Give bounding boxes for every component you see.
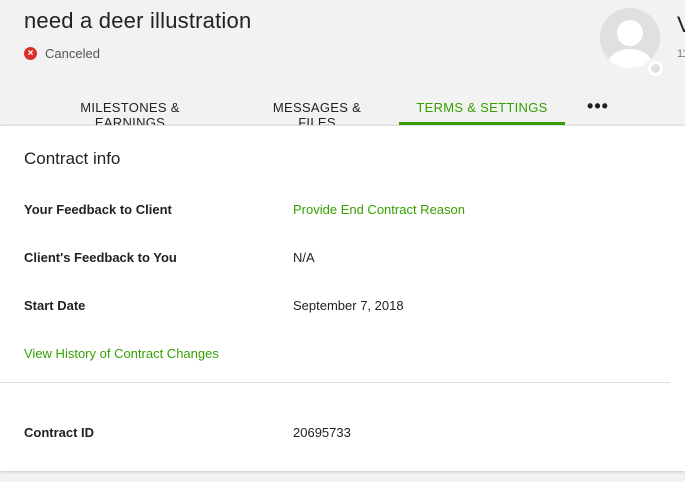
- contract-id-label: Contract ID: [24, 425, 95, 440]
- start-date-label: Start Date: [24, 298, 86, 313]
- end-contract-reason-link[interactable]: Provide End Contract Reason: [293, 202, 465, 217]
- more-horizontal-icon[interactable]: •••: [583, 96, 613, 125]
- user-avatar-icon: [600, 8, 660, 68]
- status-badge: × Canceled: [24, 46, 100, 61]
- client-name-truncated: V: [677, 12, 685, 37]
- avatar[interactable]: [600, 8, 664, 76]
- contract-header: need a deer illustration × Canceled V 11…: [0, 0, 685, 130]
- client-info-truncated: 11: [677, 48, 685, 60]
- contract-history-link[interactable]: View History of Contract Changes: [24, 346, 219, 361]
- tab-terms-settings[interactable]: TERMS & SETTINGS: [399, 96, 565, 125]
- start-date-value: September 7, 2018: [293, 298, 404, 313]
- contract-info-card: Contract info Your Feedback to Client Pr…: [0, 125, 685, 471]
- status-label: Canceled: [45, 46, 100, 61]
- client-feedback-label: Client's Feedback to You: [24, 250, 177, 265]
- tab-milestones-earnings[interactable]: MILESTONES & EARNINGS: [44, 96, 216, 130]
- page-title: need a deer illustration: [24, 8, 252, 33]
- tab-messages-files[interactable]: MESSAGES & FILES: [254, 96, 380, 130]
- client-feedback-value: N/A: [293, 250, 315, 265]
- divider: [0, 382, 670, 383]
- online-status-dot: [648, 61, 663, 76]
- feedback-to-client-label: Your Feedback to Client: [24, 202, 172, 217]
- contract-id-value: 20695733: [293, 425, 351, 440]
- tab-bar: MILESTONES & EARNINGS MESSAGES & FILES T…: [0, 96, 685, 130]
- section-title: Contract info: [24, 149, 121, 168]
- cancel-circle-icon: ×: [24, 47, 37, 60]
